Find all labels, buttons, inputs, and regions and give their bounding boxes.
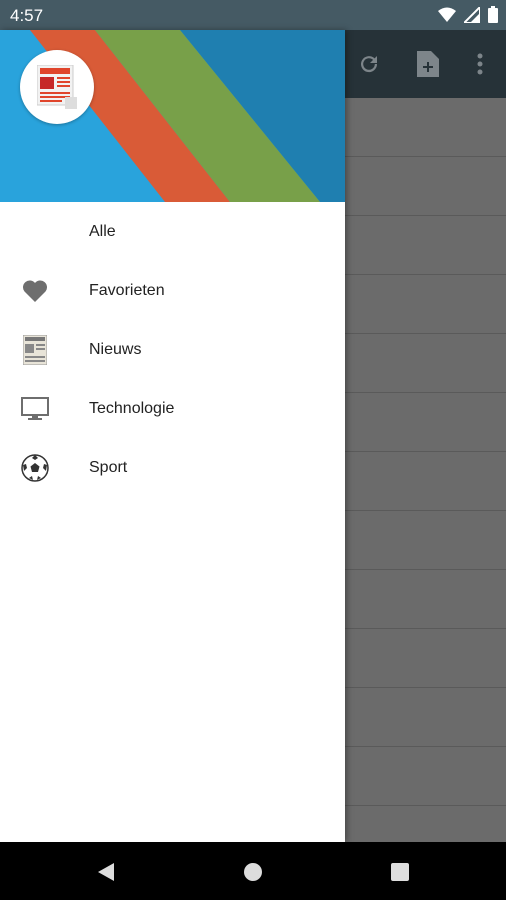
battery-icon [488,6,498,28]
home-icon[interactable] [241,860,265,884]
list-item[interactable] [345,334,506,393]
wifi-icon [438,7,456,28]
drawer-item-nieuws[interactable]: Nieuws [0,320,345,379]
drawer-item-sport[interactable]: Sport [0,438,345,497]
back-icon[interactable] [94,860,118,884]
list-item[interactable] [345,511,506,570]
list-item[interactable] [345,570,506,629]
navigation-drawer: Alle Favorieten Nieuws Technologie Sport [0,30,345,842]
list-item[interactable] [345,747,506,806]
newspaper-logo-icon [37,65,77,109]
newspaper-icon [20,335,50,365]
list-item[interactable] [345,275,506,334]
list-item[interactable] [345,629,506,688]
drawer-item-label: Nieuws [89,340,142,358]
status-bar: 4:57 [0,0,506,30]
list-item[interactable] [345,688,506,747]
recents-icon[interactable] [388,860,412,884]
heart-icon [20,276,50,306]
refresh-icon[interactable] [355,50,383,78]
signal-icon [461,4,481,28]
app-logo [20,50,94,124]
drawer-header [0,30,345,202]
list-item[interactable] [345,393,506,452]
drawer-item-technologie[interactable]: Technologie [0,379,345,438]
system-nav-bar [0,842,506,900]
monitor-icon [20,394,50,424]
feed-list [345,98,506,842]
add-document-icon[interactable] [414,50,442,78]
list-item[interactable] [345,157,506,216]
drawer-item-favorieten[interactable]: Favorieten [0,261,345,320]
list-item[interactable] [345,216,506,275]
app-bar [345,30,506,98]
drawer-item-label: Technologie [89,399,175,417]
more-vert-icon[interactable] [466,50,494,78]
status-time: 4:57 [10,6,44,25]
drawer-item-label: Alle [89,222,116,240]
soccer-ball-icon [20,453,50,483]
list-item[interactable] [345,98,506,157]
list-item[interactable] [345,452,506,511]
drawer-item-label: Sport [89,458,128,476]
drawer-item-label: Favorieten [89,281,165,299]
drawer-item-alle[interactable]: Alle [0,202,345,261]
